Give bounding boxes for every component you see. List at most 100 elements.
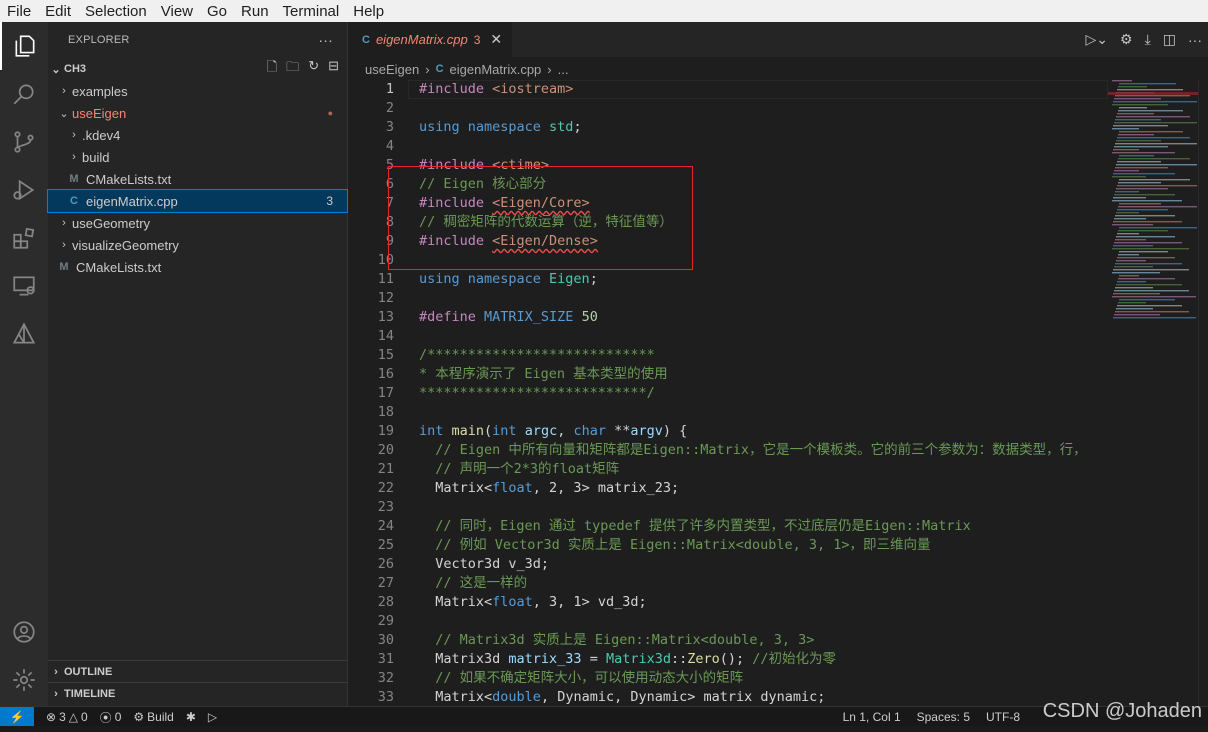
tab-eigenmatrix[interactable]: C eigenMatrix.cpp 3 ✕ — [348, 22, 512, 57]
tree-file[interactable]: CeigenMatrix.cpp 3 — [47, 189, 348, 213]
code-line[interactable]: 3 using namespace std; — [348, 118, 1108, 137]
minimap-line — [1113, 101, 1197, 103]
run-icon[interactable]: ▷ — [208, 710, 217, 724]
indentation[interactable]: Spaces: 5 — [917, 710, 970, 724]
build-button[interactable]: ⚙ Build — [133, 710, 173, 724]
code-line[interactable]: 30 // Matrix3d 实质上是 Eigen::Matrix<double… — [348, 631, 1108, 650]
highlight-annotation-box — [388, 166, 693, 270]
new-folder-icon[interactable]: 🗀 — [286, 58, 299, 80]
explorer-icon[interactable] — [0, 22, 48, 70]
minimap-line — [1118, 230, 1168, 232]
run-debug-icon[interactable] — [0, 166, 48, 214]
code-line[interactable]: 28 Matrix<float, 3, 1> vd_3d; — [348, 593, 1108, 612]
menu-terminal[interactable]: Terminal — [276, 3, 347, 20]
remote-explorer-icon[interactable] — [0, 262, 48, 310]
breadcrumb-file[interactable]: eigenMatrix.cpp — [450, 62, 542, 77]
remote-indicator-icon[interactable]: ⚡ — [0, 707, 34, 727]
minimap-line — [1117, 233, 1139, 235]
chevron-right-icon: › — [72, 129, 76, 141]
encoding[interactable]: UTF-8 — [986, 710, 1020, 724]
manage-gear-icon[interactable] — [0, 656, 48, 704]
menu-run[interactable]: Run — [234, 3, 276, 20]
new-file-icon[interactable]: 🗋 — [267, 58, 277, 80]
code-line[interactable]: 21 // 声明一个2*3的float矩阵 — [348, 460, 1108, 479]
workspace-root[interactable]: ⌄ CH3 🗋 🗀 ↻ ⊟ — [48, 58, 347, 80]
menu-view[interactable]: View — [154, 3, 200, 20]
code-line[interactable]: 27 // 这是一样的 — [348, 574, 1108, 593]
outline-section[interactable]: › OUTLINE — [48, 660, 348, 683]
accounts-icon[interactable] — [0, 608, 48, 656]
code-line[interactable]: 26 Vector3d v_3d; — [348, 555, 1108, 574]
extensions-icon[interactable] — [0, 214, 48, 262]
more-actions-icon[interactable]: ··· — [318, 32, 333, 48]
minimap-line — [1119, 155, 1154, 157]
line-number: 27 — [377, 575, 394, 591]
ports-status[interactable]: ⦿ 0 — [100, 709, 122, 726]
menu-go[interactable]: Go — [200, 3, 234, 20]
menu-edit[interactable]: Edit — [38, 3, 78, 20]
code-line[interactable]: 20 // Eigen 中所有向量和矩阵都是Eigen::Matrix，它是一个… — [348, 441, 1108, 460]
tree-folder[interactable]: › examples — [48, 80, 347, 102]
breadcrumb-tail[interactable]: ... — [558, 62, 569, 77]
code-line[interactable]: 19 int main(int argc, char **argv) { — [348, 422, 1108, 441]
breadcrumb-folder[interactable]: useEigen — [365, 62, 419, 77]
tree-file[interactable]: M CMakeLists.txt — [48, 256, 347, 278]
source-control-icon[interactable] — [0, 118, 48, 166]
problems-status[interactable]: ⊗ 3 △ 0 — [46, 710, 88, 724]
code-line[interactable]: 25 // 例如 Vector3d 实质上是 Eigen::Matrix<dou… — [348, 536, 1108, 555]
code-line[interactable]: 4 — [348, 137, 1108, 156]
code-line[interactable]: 17 ****************************/ — [348, 384, 1108, 403]
minimap[interactable] — [1108, 80, 1198, 320]
minimap-line — [1117, 161, 1161, 163]
code-line[interactable]: 2 — [348, 99, 1108, 118]
refresh-icon[interactable]: ↻ — [308, 58, 319, 80]
cmake-icon[interactable] — [0, 310, 48, 358]
split-editor-icon[interactable]: ◫ — [1163, 31, 1176, 48]
tab-label: eigenMatrix.cpp — [375, 32, 468, 47]
collapse-all-icon[interactable]: ⊟ — [328, 58, 339, 80]
code-line[interactable]: 13 #define MATRIX_SIZE 50 — [348, 308, 1108, 327]
code-line[interactable]: 15 /**************************** — [348, 346, 1108, 365]
vertical-scrollbar[interactable] — [1198, 80, 1208, 706]
code-line[interactable]: 16 * 本程序演示了 Eigen 基本类型的使用 — [348, 365, 1108, 384]
tree-folder[interactable]: › .kdev4 — [48, 124, 347, 146]
code-line[interactable]: 32 // 如果不确定矩阵大小，可以使用动态大小的矩阵 — [348, 669, 1108, 688]
code-line[interactable]: 11 using namespace Eigen; — [348, 270, 1108, 289]
code-token: ****************************/ — [419, 385, 655, 401]
code-line[interactable]: 23 — [348, 498, 1108, 517]
minimap-line — [1115, 191, 1139, 193]
code-text: // 声明一个2*3的float矩阵 — [419, 460, 619, 479]
code-line[interactable]: 31 Matrix3d matrix_33 = Matrix3d::Zero()… — [348, 650, 1108, 669]
settings-gear-icon[interactable]: ⚙ — [1120, 31, 1133, 48]
close-icon[interactable]: ✕ — [490, 31, 502, 48]
code-line[interactable]: 12 — [348, 289, 1108, 308]
menu-help[interactable]: Help — [346, 3, 391, 20]
minimap-line — [1114, 242, 1182, 244]
code-line[interactable]: 1 #include <iostream> — [348, 80, 1108, 99]
code-line[interactable]: 29 — [348, 612, 1108, 631]
search-icon[interactable] — [0, 70, 48, 118]
timeline-section[interactable]: › TIMELINE — [48, 682, 348, 705]
debug-icon[interactable]: ✱ — [186, 710, 196, 724]
more-actions-icon[interactable]: ··· — [1188, 32, 1202, 48]
tree-folder[interactable]: ⌄ useEigen ● — [48, 102, 347, 124]
code-line[interactable]: 24 // 同时，Eigen 通过 typedef 提供了许多内置类型，不过底层… — [348, 517, 1108, 536]
minimap-line — [1115, 215, 1175, 217]
code-line[interactable]: 22 Matrix<float, 2, 3> matrix_23; — [348, 479, 1108, 498]
cpp-file-icon: C — [70, 195, 78, 207]
menu-selection[interactable]: Selection — [78, 3, 154, 20]
tree-folder[interactable]: › build — [48, 146, 347, 168]
menu-file[interactable]: File — [0, 3, 38, 20]
code-token: Vector3d v_3d; — [419, 556, 550, 572]
code-line[interactable]: 14 — [348, 327, 1108, 346]
tree-folder[interactable]: › useGeometry — [48, 212, 347, 234]
code-line[interactable]: 33 Matrix<double, Dynamic, Dynamic> matr… — [348, 688, 1108, 706]
download-icon[interactable]: ⤓ — [1145, 31, 1151, 48]
code-line[interactable]: 18 — [348, 403, 1108, 422]
tree-file[interactable]: M CMakeLists.txt — [48, 168, 347, 190]
tree-folder[interactable]: › visualizeGeometry — [48, 234, 347, 256]
tree-item-label: eigenMatrix.cpp — [86, 193, 178, 209]
chevron-right-icon: › — [72, 151, 76, 163]
cursor-position[interactable]: Ln 1, Col 1 — [843, 710, 901, 724]
run-code-icon[interactable]: ▷⌄ — [1086, 31, 1109, 48]
